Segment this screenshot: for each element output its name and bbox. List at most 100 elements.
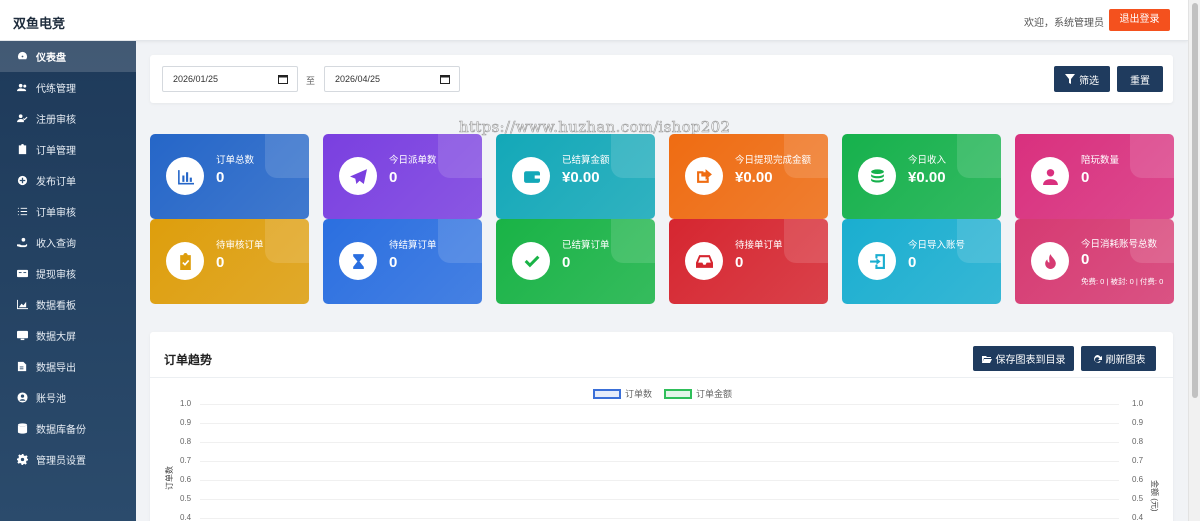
start-date-input[interactable]: 2026/01/25 [162,66,298,92]
top-header: 双鱼电竞 欢迎，系统管理员 退出登录 [0,0,1188,41]
chart-divider [150,377,1173,378]
brand-title: 双鱼电竞 [13,16,66,31]
logout-button[interactable]: 退出登录 [1109,9,1170,31]
sidebar-item-label: 仪表盘 [36,53,66,64]
stat-card: 今日派单数 0 [323,134,482,219]
plus-circle-icon [16,174,29,187]
stat-card-label: 今日收入 [908,155,947,166]
legend-swatch [593,388,621,399]
hand-coin-icon [16,236,29,249]
y2-tick-label: 0.4 [1132,513,1144,521]
legend-label: 订单数 [625,389,653,399]
stat-card: 陪玩数量 0 [1015,134,1174,219]
stat-card-label: 今日提现完成金额 [735,155,812,166]
stat-card: 已结算订单 0 [496,219,655,304]
sidebar-item-label: 注册审核 [36,115,76,126]
stat-card-extra: 免费: 0 | 被封: 0 | 付费: 0 [1081,277,1164,286]
sidebar-item[interactable]: 数据大屏 [0,320,136,351]
user-check-icon [16,112,29,125]
y-tick-label: 0.6 [180,475,192,484]
money-card-icon [16,267,29,280]
sidebar-item[interactable]: 数据导出 [0,351,136,382]
sidebar-item-label: 数据导出 [36,363,76,374]
save-chart-label: 保存图表到目录 [995,355,1066,366]
refresh-chart-label: 刷新图表 [1105,355,1146,366]
page-scrollbar[interactable] [1188,0,1200,521]
grid-line [200,480,1119,481]
date-separator: 至 [306,76,316,86]
filter-button-label: 筛选 [1079,75,1099,87]
sidebar-item-label: 数据库备份 [36,425,86,436]
sidebar-item[interactable]: 提现审核 [0,258,136,289]
sidebar-item-label: 提现审核 [36,270,76,281]
stat-card: 待结算订单 0 [323,219,482,304]
sidebar-item[interactable]: 数据库备份 [0,413,136,444]
filter-icon [1065,74,1075,84]
reset-button[interactable]: 重置 [1117,66,1163,92]
stat-card-label: 陪玩数量 [1081,155,1120,166]
y2-tick-label: 1.0 [1132,399,1144,408]
legend-label: 订单金额 [696,389,733,399]
sidebar-item[interactable]: 数据看板 [0,289,136,320]
monitor-icon [16,329,29,342]
users-icon [16,81,29,94]
coins-icon [858,157,896,195]
stat-card-value: 0 [389,169,398,186]
stat-card-value: ¥0.00 [562,169,600,186]
stat-card-value: 0 [1081,251,1090,268]
chart-title: 订单趋势 [164,353,213,367]
sidebar-item[interactable]: 仪表盘 [0,41,136,72]
sidebar-item[interactable]: 账号池 [0,382,136,413]
share-out-icon [685,157,723,195]
sidebar-item[interactable]: 订单管理 [0,134,136,165]
stat-card-value: ¥0.00 [735,169,773,186]
stat-card-label: 今日导入账号 [908,240,966,251]
wallet-icon [512,157,550,195]
sidebar-item-label: 账号池 [36,394,66,405]
import-icon [858,242,896,280]
grid-line [200,423,1119,424]
sidebar-item-label: 发布订单 [36,177,76,188]
sidebar-item[interactable]: 代练管理 [0,72,136,103]
stat-card: 今日导入账号 0 [842,219,1001,304]
sidebar-item[interactable]: 管理员设置 [0,444,136,475]
scrollbar-thumb[interactable] [1192,3,1198,398]
stat-card: 今日提现完成金额 ¥0.00 [669,134,828,219]
stat-card: 待审核订单 0 [150,219,309,304]
legend-swatch [664,388,692,399]
bar-chart-icon [166,157,204,195]
y-tick-label: 0.9 [180,418,192,427]
y2-tick-label: 0.7 [1132,456,1144,465]
hourglass-icon [339,242,377,280]
sidebar-item[interactable]: 收入查询 [0,227,136,258]
stat-card-value: 0 [389,254,398,271]
y2-tick-label: 0.8 [1132,437,1144,446]
filter-bar: 2026/01/25 至 2026/04/25 筛选 重置 [150,55,1173,103]
y2-tick-label: 0.9 [1132,418,1144,427]
end-date-input[interactable]: 2026/04/25 [324,66,460,92]
sidebar-item-label: 订单管理 [36,146,76,157]
stat-card-label: 待结算订单 [389,240,437,251]
legend-item[interactable]: 订单金额 [664,387,732,400]
stat-card-label: 已结算订单 [562,240,610,251]
sidebar-item[interactable]: 订单审核 [0,196,136,227]
stat-card-label: 待审核订单 [216,240,264,251]
legend-item[interactable]: 订单数 [593,387,652,400]
chart-panel: 订单趋势 保存图表到目录 刷新图表 订单数 订单金额 1.0 1.0 0.9 0.9 0.8… [150,332,1173,521]
filter-button[interactable]: 筛选 [1054,66,1110,92]
stat-card-value: 0 [1081,169,1090,186]
grid-line [200,461,1119,462]
stat-card-label: 已结算金额 [562,155,610,166]
save-chart-button[interactable]: 保存图表到目录 [973,346,1074,371]
stat-card-label: 订单总数 [216,155,255,166]
grid-line [200,442,1119,443]
sidebar-item[interactable]: 发布订单 [0,165,136,196]
sidebar-item[interactable]: 注册审核 [0,103,136,134]
stat-card: 订单总数 0 [150,134,309,219]
database-icon [16,422,29,435]
stat-card-value: 0 [216,254,225,271]
folder-open-icon [981,355,992,363]
refresh-chart-button[interactable]: 刷新图表 [1081,346,1156,371]
inbox-icon [685,242,723,280]
clipboard-icon [16,143,29,156]
